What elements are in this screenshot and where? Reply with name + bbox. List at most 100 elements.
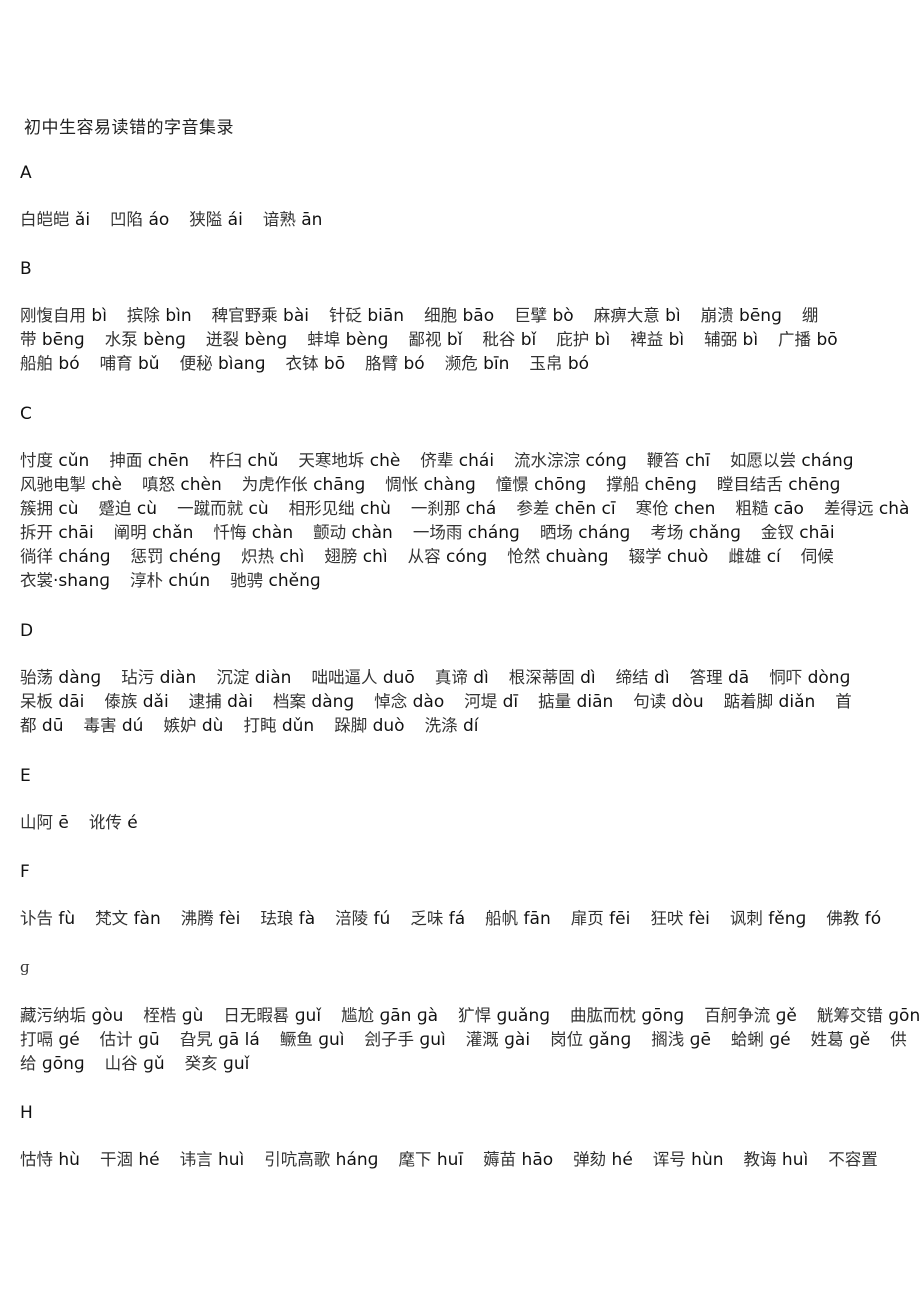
word-chinese: 蛤蜊 [730, 1030, 764, 1049]
word-chinese: 忖度 [20, 451, 53, 470]
word-pinyin: chàn [246, 523, 294, 543]
word-pinyin: ɡū [132, 1030, 160, 1050]
word-entry: 差得远 chà [824, 499, 909, 519]
word-entry: 讣告 fù [20, 909, 75, 929]
section-letter-h: H [20, 1103, 33, 1123]
word-entry: 百舸争流 ɡě [704, 1006, 797, 1026]
word-entry: 麾下 huī [398, 1150, 463, 1170]
word-entry: 一刹那 chá [411, 499, 496, 519]
word-pinyin: bó [398, 354, 425, 374]
word-entry: 涪陵 fú [335, 909, 390, 929]
word-entry: 答理 dā [690, 668, 750, 688]
word-pinyin: ē [53, 813, 69, 833]
entry-line: 拆开 chāi 阐明 chǎn 忏悔 chàn 颤动 chàn 一场雨 chánɡ 晒场 … [20, 521, 920, 545]
word-entry: 犷悍 ɡuǎnɡ [458, 1006, 550, 1026]
section-letter-c: C [20, 404, 32, 424]
word-pinyin: dāi [53, 692, 85, 712]
word-pinyin: bènɡ [238, 330, 288, 350]
word-entry: 打盹 dǔn [243, 716, 314, 736]
word-entry: 档案 dànɡ [273, 692, 354, 712]
word-pinyin: duō [377, 668, 415, 688]
word-entry: 簇拥 cù [20, 499, 79, 519]
word-chinese: 相形见绌 [288, 499, 355, 518]
word-pinyin: diàn [249, 668, 292, 688]
word-pinyin: diān [571, 692, 614, 712]
word-entry: 参差 chēn cī [516, 499, 615, 519]
word-pinyin: chànɡ [418, 475, 476, 495]
entry-line: 呆板 dāi 傣族 dǎi 逮捕 dài 档案 dànɡ 悼念 dào 河堤 dī 掂量 d… [20, 690, 920, 714]
word-chinese: 抻面 [109, 451, 143, 470]
word-chinese: 狂吠 [650, 909, 684, 928]
word-pinyin: chánɡ [53, 547, 111, 567]
word-chinese: 金钗 [760, 523, 794, 542]
word-chinese: 风驰电掣 [20, 475, 86, 494]
word-entry: 考场 chǎnɡ [650, 523, 741, 543]
word-chinese: 咄咄逼人 [311, 668, 378, 687]
word-entry: 嫉妒 dù [163, 716, 223, 736]
word-entry: 淳朴 chún [130, 571, 210, 591]
word-chinese: 水泵 [104, 330, 138, 349]
word-pinyin: huī [431, 1150, 464, 1170]
word-pinyin: bó [53, 354, 80, 374]
word-chinese: 梵文 [95, 909, 129, 928]
word-chinese: 癸亥 [184, 1054, 218, 1073]
word-pinyin: chún [163, 571, 211, 591]
word-entry: 辍学 chuò [629, 547, 709, 567]
word-pinyin: cǔn [53, 451, 90, 471]
word-pinyin: hánɡ [330, 1150, 379, 1170]
word-chinese: 估计 [99, 1030, 133, 1049]
word-pinyin: chōnɡ [528, 475, 587, 495]
word-chinese: 惩罚 [130, 547, 164, 566]
word-chinese: 伺候 [800, 547, 834, 566]
word-chinese: 玉帛 [529, 354, 563, 373]
word-entry: 流水淙淙 cónɡ [514, 451, 627, 471]
word-chinese: 岗位 [550, 1030, 584, 1049]
word-pinyin: ɡuǐ [289, 1006, 322, 1026]
word-pinyin: ɡuǐ [217, 1054, 250, 1074]
word-entry: 庇护 bì [556, 330, 610, 350]
word-entry: 毒害 dú [83, 716, 143, 736]
word-entry: 凹陷 áo [110, 210, 169, 230]
word-entry: 雌雄 cí [728, 547, 780, 567]
word-chinese: 涪陵 [335, 909, 369, 928]
word-entry: 翅膀 chì [324, 547, 387, 567]
word-entry: 逮捕 dài [189, 692, 253, 712]
word-chinese: 讹传 [88, 813, 122, 832]
word-entry: 裨益 bì [630, 330, 684, 350]
section-e-entries: 山阿 ē 讹传 é [20, 811, 920, 835]
word-pinyin: fó [859, 909, 882, 929]
word-entry: 杵臼 chǔ [209, 451, 278, 471]
word-pinyin: fān [518, 909, 551, 929]
word-entry: 讹传 é [89, 813, 138, 833]
word-pinyin: dǎi [137, 692, 169, 712]
entry-line: 怙恃 hù 干涸 hé 讳言 huì 引吭高歌 hánɡ 麾下 huī 薅苗 hāo 弹劾 … [20, 1148, 920, 1172]
word-pinyin: chàn [346, 523, 393, 543]
word-pinyin: chǎnɡ [683, 523, 741, 543]
word-chinese: 庇护 [556, 330, 590, 349]
word-pinyin: dí [457, 716, 479, 736]
word-chinese: 刚愎自用 [20, 306, 86, 325]
word-pinyin: huì [212, 1150, 245, 1170]
word-chinese: 忏悔 [213, 523, 247, 542]
word-entry: 便秘 bìanɡ [180, 354, 266, 374]
word-chinese: 掂量 [538, 692, 572, 711]
word-pinyin: chǔ [242, 451, 279, 471]
word-chinese: 从容 [407, 547, 441, 566]
word-pinyin: bì [86, 306, 107, 326]
word-chinese: 淳朴 [130, 571, 164, 590]
word-chinese: 百舸争流 [704, 1006, 771, 1025]
word-entry: 船舶 bó [20, 354, 80, 374]
word-pinyin: dì [467, 668, 489, 688]
word-entry: 踮着脚 diǎn [724, 692, 816, 712]
word-chinese: 船帆 [485, 909, 519, 928]
word-chinese: 衣钵 [285, 354, 319, 373]
word-pinyin: hùn [685, 1150, 724, 1170]
word-pinyin: bō [811, 330, 838, 350]
word-pinyin: biān [361, 306, 405, 326]
word-entry: 颤动 chàn [313, 523, 393, 543]
word-entry: 衣钵 bō [286, 354, 346, 374]
word-pinyin: bēnɡ [733, 306, 782, 326]
word-chinese: 怆然 [507, 547, 541, 566]
word-chinese: 鄙视 [408, 330, 442, 349]
word-pinyin: ɡuǎnɡ [491, 1006, 551, 1026]
